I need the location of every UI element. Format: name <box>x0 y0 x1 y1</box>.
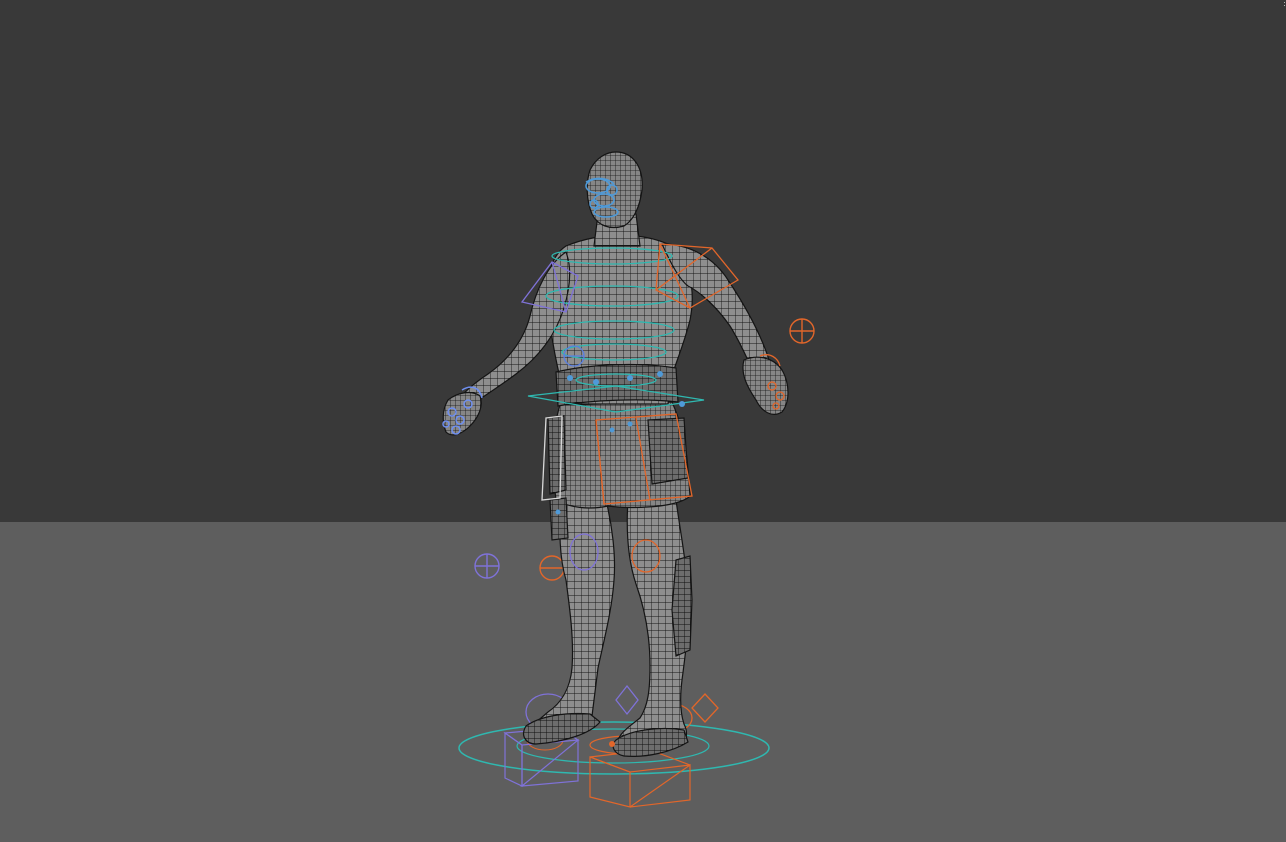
left-boot-mesh <box>523 712 601 745</box>
left-knee-pole-target[interactable] <box>474 553 500 579</box>
hip-pouch-right <box>647 417 689 485</box>
right-hand-mesh <box>742 356 789 415</box>
character-mesh[interactable] <box>442 151 789 757</box>
3d-viewport[interactable]: : <box>0 0 1286 842</box>
hip-pouch-left <box>547 415 567 495</box>
thigh-holster <box>549 497 569 541</box>
left-leg-mesh <box>528 497 616 743</box>
left-arm-mesh <box>459 251 571 407</box>
leg-holster-mesh <box>671 555 693 657</box>
character-rig-scene[interactable] <box>0 0 1286 842</box>
belt-mesh <box>555 363 679 407</box>
right-elbow-pole-target[interactable] <box>789 318 815 344</box>
right-knee-pole-target[interactable] <box>539 555 565 581</box>
